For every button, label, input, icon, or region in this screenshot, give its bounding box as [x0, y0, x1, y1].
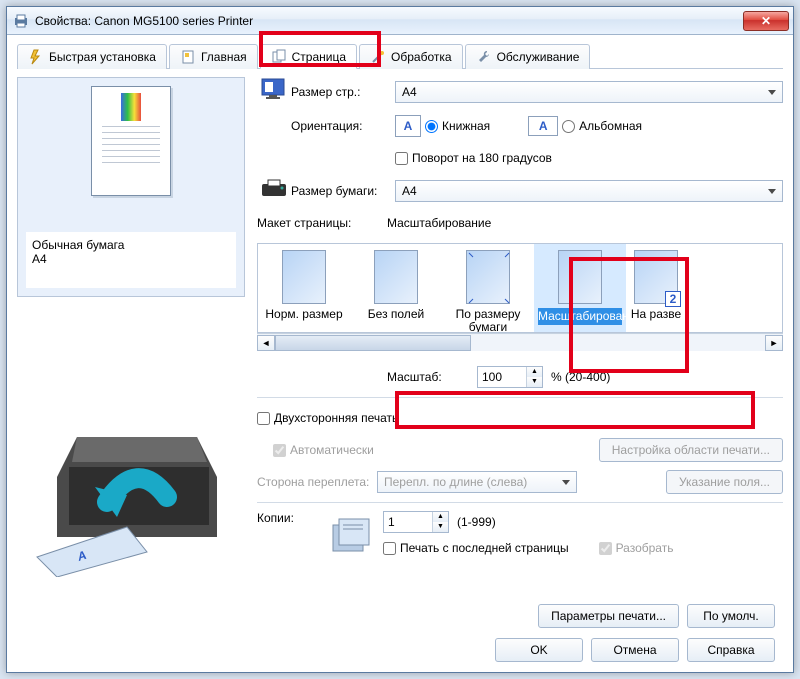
print-options-button[interactable]: Параметры печати... — [538, 604, 679, 628]
tab-effects[interactable]: Обработка — [359, 44, 463, 69]
page-preview: Обычная бумага A4 — [17, 77, 245, 297]
scroll-left-button[interactable]: ◄ — [257, 335, 275, 351]
tab-page-setup[interactable]: Страница — [260, 44, 357, 69]
layout-value: Масштабирование — [387, 216, 491, 230]
staple-side-combo: Перепл. по длине (слева) — [377, 471, 577, 493]
tab-main[interactable]: Главная — [169, 44, 258, 69]
scroll-thumb[interactable] — [275, 335, 471, 351]
titlebar: Свойства: Canon MG5100 series Printer ✕ — [7, 7, 793, 35]
layout-picker[interactable]: Норм. размер Без полей По размеру бумаги… — [257, 243, 783, 333]
defaults-button[interactable]: По умолч. — [687, 604, 775, 628]
staple-side-label: Сторона переплета: — [257, 475, 377, 489]
preview-page — [91, 86, 171, 196]
tab-strip: Быстрая установка Главная Страница Обраб… — [17, 43, 783, 69]
lightning-icon — [28, 49, 44, 65]
auto-duplex-checkbox: Автоматически — [273, 443, 374, 457]
layout-fit-to-page[interactable]: По размеру бумаги — [442, 244, 534, 332]
landscape-icon: A — [528, 116, 558, 136]
margin-button: Указание поля... — [666, 470, 783, 494]
monitor-icon — [260, 77, 288, 103]
scale-down[interactable]: ▼ — [527, 377, 542, 387]
landscape-radio[interactable]: Альбомная — [562, 119, 642, 133]
sheet-icon — [180, 49, 196, 65]
wand-icon — [370, 49, 386, 65]
orientation-label: Ориентация: — [291, 119, 395, 133]
printer-illustration: A — [17, 407, 245, 577]
rotate-180-checkbox[interactable]: Поворот на 180 градусов — [395, 151, 552, 165]
print-area-setup-button: Настройка области печати... — [599, 438, 783, 462]
preview-paper-type: Обычная бумага — [32, 238, 230, 252]
scale-spinner[interactable]: ▲▼ — [477, 366, 543, 388]
printer-icon — [13, 13, 29, 29]
portrait-icon: A — [395, 115, 421, 137]
collate-checkbox: Разобрать — [599, 541, 674, 555]
layout-scaled[interactable]: Масштабирование — [534, 244, 626, 332]
preview-paper-size: A4 — [32, 252, 230, 266]
duplex-checkbox[interactable]: Двухсторонняя печать — [257, 411, 398, 425]
copies-range: (1-999) — [457, 515, 496, 529]
printer-properties-dialog: Свойства: Canon MG5100 series Printer ✕ … — [6, 6, 794, 673]
tab-maintenance[interactable]: Обслуживание — [465, 44, 591, 69]
copies-down[interactable]: ▼ — [433, 522, 448, 532]
layout-poster[interactable]: 2На разве — [626, 244, 686, 332]
page-size-combo[interactable]: A4 — [395, 81, 783, 103]
copies-icon — [327, 511, 375, 559]
help-button[interactable]: Справка — [687, 638, 775, 662]
paper-size-combo[interactable]: A4 — [395, 180, 783, 202]
scroll-right-button[interactable]: ► — [765, 335, 783, 351]
tab-quick-setup[interactable]: Быстрая установка — [17, 44, 167, 69]
page-size-label: Размер стр.: — [291, 85, 395, 99]
cancel-button[interactable]: Отмена — [591, 638, 679, 662]
scale-up[interactable]: ▲ — [527, 367, 542, 377]
copies-label: Копии: — [257, 511, 327, 525]
ok-button[interactable]: OK — [495, 638, 583, 662]
wrench-icon — [476, 49, 492, 65]
layout-label: Макет страницы: — [257, 216, 387, 230]
scale-range: % (20-400) — [551, 370, 610, 384]
copies-input[interactable] — [384, 512, 432, 532]
paper-size-label: Размер бумаги: — [291, 184, 395, 198]
pages-icon — [271, 49, 287, 65]
layout-scrollbar[interactable]: ◄► — [257, 333, 783, 351]
close-button[interactable]: ✕ — [743, 11, 789, 31]
preview-info: Обычная бумага A4 — [26, 232, 236, 288]
scale-label: Масштаб: — [387, 370, 477, 384]
print-from-last-checkbox[interactable]: Печать с последней страницы — [383, 541, 569, 555]
layout-normal[interactable]: Норм. размер — [258, 244, 350, 332]
layout-borderless[interactable]: Без полей — [350, 244, 442, 332]
portrait-radio[interactable]: Книжная — [425, 119, 490, 133]
scale-input[interactable] — [478, 367, 526, 387]
printer-small-icon — [260, 178, 288, 200]
copies-up[interactable]: ▲ — [433, 512, 448, 522]
window-title: Свойства: Canon MG5100 series Printer — [35, 14, 743, 28]
copies-spinner[interactable]: ▲▼ — [383, 511, 449, 533]
